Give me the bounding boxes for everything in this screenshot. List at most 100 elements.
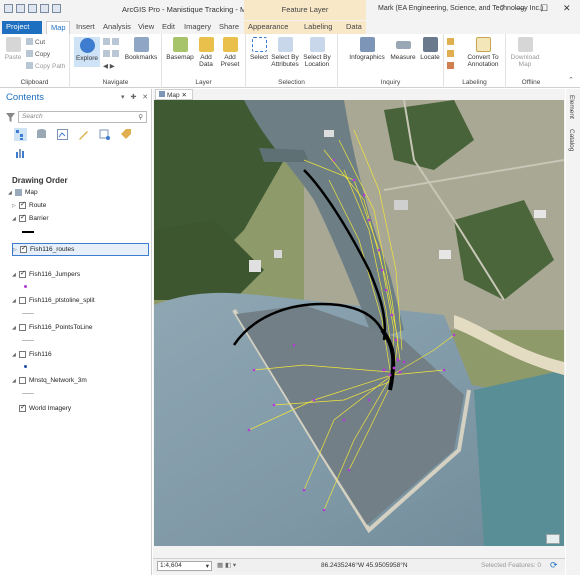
map-node[interactable]: ◢ Map (8, 189, 38, 196)
copy-path-button[interactable]: Copy Path (26, 62, 65, 70)
tab-edit[interactable]: Edit (158, 21, 179, 34)
app-title: ArcGIS Pro - Manistique Tracking - Map (122, 5, 255, 14)
unplaced-icon (447, 62, 454, 69)
list-by-selection-icon[interactable] (56, 128, 69, 141)
tab-analysis[interactable]: Analysis (99, 21, 135, 34)
tab-view[interactable]: View (134, 21, 158, 34)
tab-insert[interactable]: Insert (72, 21, 99, 34)
filter-icon[interactable] (5, 112, 16, 123)
visibility-checkbox[interactable] (19, 213, 26, 222)
undo-icon[interactable] (40, 4, 49, 13)
overview-toggle-icon[interactable] (546, 534, 560, 544)
close-tab-icon[interactable]: ✕ (181, 92, 186, 99)
collapse-icon[interactable]: ◢ (12, 352, 18, 358)
help-button[interactable]: ? (500, 4, 504, 13)
layer-fish116-ptstoline-split[interactable]: ◢ Fish116_ptstoline_split (12, 297, 95, 304)
collapse-icon[interactable]: ◢ (12, 325, 18, 331)
layer-barrier[interactable]: ◢ Barrier (12, 213, 49, 222)
visibility-checkbox[interactable] (19, 269, 26, 278)
visibility-checkbox[interactable] (19, 403, 26, 412)
view-unplaced-button[interactable] (447, 62, 456, 70)
close-button[interactable]: ✕ (563, 3, 571, 14)
status-tool-icons[interactable]: ▦ ◧ ▾ (217, 561, 236, 569)
select-by-location-button[interactable]: Select By Location (302, 37, 332, 68)
list-by-snapping-icon[interactable] (98, 128, 111, 141)
map-imagery[interactable] (154, 100, 564, 546)
layer-fish116-jumpers[interactable]: ◢ Fish116_Jumpers (12, 269, 80, 278)
list-by-labeling-icon[interactable] (119, 128, 132, 141)
search-input[interactable]: Search ⚲ (18, 111, 147, 123)
visibility-checkbox[interactable] (19, 377, 26, 384)
layer-fish116[interactable]: ◢ Fish116 (12, 351, 52, 358)
visibility-checkbox[interactable] (19, 351, 26, 358)
tab-project[interactable]: Project (2, 21, 42, 34)
layer-world-imagery[interactable]: World Imagery (12, 403, 71, 412)
tab-data[interactable]: Data (342, 21, 366, 34)
list-by-drawing-order-icon[interactable] (14, 128, 27, 141)
list-by-editing-icon[interactable] (77, 128, 90, 141)
expand-icon[interactable]: ▷ (13, 247, 19, 253)
paste-button[interactable]: Paste (4, 37, 22, 61)
layer-route[interactable]: ▷ Route (12, 200, 46, 209)
download-map-button[interactable]: Download Map (510, 37, 540, 68)
list-by-charts-icon[interactable] (14, 146, 27, 159)
visibility-checkbox[interactable] (19, 200, 26, 209)
collapse-icon[interactable]: ◢ (8, 190, 14, 196)
visibility-checkbox[interactable] (19, 297, 26, 304)
explore-button[interactable]: Explore (74, 37, 100, 67)
scale-selector[interactable]: 1:4,604 ▾ (157, 561, 212, 571)
new-project-icon[interactable] (4, 4, 13, 13)
expand-icon[interactable]: ▷ (12, 203, 18, 209)
pane-controls[interactable]: ▾ ✚ ✕ (121, 93, 150, 101)
minimize-button[interactable]: — (516, 3, 525, 13)
collapse-icon[interactable]: ◢ (12, 272, 18, 278)
copy-button[interactable]: Copy (26, 50, 50, 58)
tab-catalog[interactable]: Catalog (568, 129, 575, 151)
group-label: Offline (521, 79, 541, 86)
line-symbol (22, 393, 34, 394)
select-by-attributes-button[interactable]: Select By Attributes (270, 37, 300, 68)
measure-button[interactable]: Measure (390, 37, 416, 61)
basemap-button[interactable]: Basemap (166, 37, 194, 61)
cut-button[interactable]: Cut (26, 38, 45, 46)
collapse-icon[interactable]: ◢ (12, 378, 18, 384)
tab-imagery[interactable]: Imagery (180, 21, 215, 34)
visibility-checkbox[interactable] (20, 244, 27, 253)
list-by-source-icon[interactable] (35, 128, 48, 141)
copy-icon (26, 50, 33, 57)
locate-button[interactable]: Locate (418, 37, 442, 61)
tab-element[interactable]: Element (568, 95, 575, 119)
layer-fish116-routes[interactable]: ▷ Fish116_routes (12, 243, 149, 256)
select-button[interactable]: Select (248, 37, 270, 61)
redo-icon[interactable] (52, 4, 61, 13)
contents-title: Contents (6, 92, 45, 103)
open-project-icon[interactable] (16, 4, 25, 13)
tab-share[interactable]: Share (215, 21, 243, 34)
map-canvas[interactable] (154, 100, 564, 546)
convert-to-annotation-button[interactable]: Convert To Annotation (462, 37, 504, 68)
fixed-zoom-button[interactable] (103, 50, 121, 58)
maximize-button[interactable]: ☐ (540, 3, 548, 14)
infographics-button[interactable]: Infographics (348, 37, 386, 61)
map-view-tab[interactable]: Map ✕ (155, 89, 193, 100)
layer-fish116-pointstoline[interactable]: ◢ Fish116_PointsToLine (12, 324, 92, 331)
quick-access-toolbar (4, 4, 61, 13)
add-preset-button[interactable]: Add Preset (218, 37, 242, 68)
layer-mnstq-network[interactable]: ◢ Mnstq_Network_3m (12, 377, 87, 384)
tab-map[interactable]: Map (46, 21, 70, 34)
lock-labels-button[interactable] (447, 50, 456, 58)
collapse-icon[interactable]: ◢ (12, 298, 18, 304)
label-toggle-button[interactable] (447, 38, 456, 46)
save-icon[interactable] (28, 4, 37, 13)
full-extent-button[interactable] (103, 38, 121, 46)
tab-labeling[interactable]: Labeling (300, 21, 342, 34)
visibility-checkbox[interactable] (19, 324, 26, 331)
refresh-icon[interactable]: ⟳ (550, 560, 558, 571)
add-preset-icon (222, 37, 238, 52)
tab-appearance[interactable]: Appearance (244, 21, 300, 34)
collapse-icon[interactable]: ◢ (12, 216, 18, 222)
previous-extent-button[interactable]: ◀ ▶ (103, 62, 115, 70)
collapse-ribbon-icon[interactable]: ⌃ (568, 76, 574, 84)
add-data-button[interactable]: Add Data (196, 37, 216, 68)
bookmarks-button[interactable]: Bookmarks (124, 37, 158, 61)
